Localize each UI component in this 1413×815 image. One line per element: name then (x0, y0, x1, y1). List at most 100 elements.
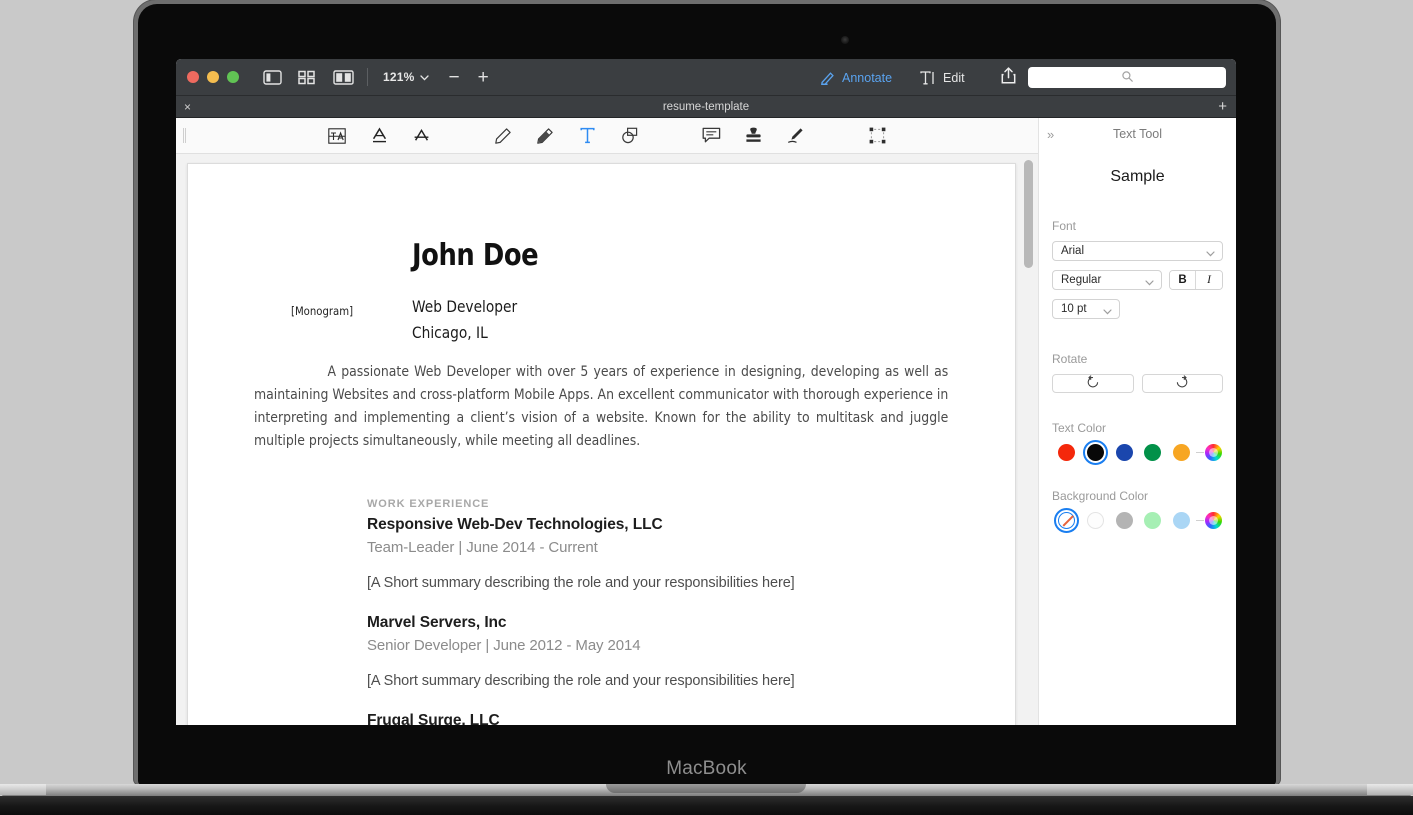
window-body: John Doe [Monogram] Web Developer Chicag… (176, 118, 1236, 725)
zoom-out-button[interactable]: − (445, 68, 464, 87)
share-icon[interactable] (1001, 67, 1016, 89)
text-color-label: Text Color (1052, 421, 1223, 435)
text-color-red[interactable] (1052, 444, 1081, 461)
laptop-base-foot-right (1367, 784, 1413, 795)
background-color-gray[interactable] (1110, 512, 1139, 529)
resume-location: Chicago, IL (412, 323, 488, 342)
font-section-label: Font (1052, 219, 1223, 233)
background-color-light-blue[interactable] (1167, 512, 1196, 529)
split-view-icon[interactable] (333, 70, 352, 85)
toolbar-divider (367, 68, 368, 86)
rotate-right-button[interactable] (1142, 374, 1224, 393)
experience-meta: Senior Developer | June 2012 - May 2014 (367, 637, 1007, 654)
chevron-down-icon (1103, 306, 1112, 318)
swatch-connector (1196, 520, 1204, 521)
highlighter-icon[interactable] (530, 122, 560, 150)
view-mode-group (263, 70, 352, 85)
text-tool-icon[interactable] (572, 122, 602, 150)
resume-page: John Doe [Monogram] Web Developer Chicag… (187, 163, 1016, 725)
rotate-left-icon (1086, 375, 1100, 393)
font-style-value: Regular (1061, 274, 1101, 286)
titlebar-right-group (1001, 59, 1226, 96)
experience-entry: Responsive Web-Dev Technologies, LLC Tea… (367, 516, 1007, 591)
rotate-right-icon (1175, 375, 1189, 393)
chevron-down-icon (1206, 248, 1215, 260)
panel-title: Text Tool (1039, 118, 1236, 141)
background-color-wheel[interactable] (1204, 512, 1223, 529)
experience-entry: Marvel Servers, Inc Senior Developer | J… (367, 614, 1007, 689)
font-family-select[interactable]: Arial (1052, 241, 1223, 261)
stamp-icon[interactable] (738, 122, 768, 150)
inspector-panel: » Text Tool Sample Font Arial Regular (1038, 118, 1236, 725)
laptop-base-notch (606, 784, 806, 793)
tab-edit-label: Edit (943, 71, 965, 85)
resume-role: Web Developer (412, 297, 517, 316)
resume-name: John Doe (412, 238, 538, 273)
chevron-down-icon[interactable] (420, 68, 429, 86)
font-size-select[interactable]: 10 pt (1052, 299, 1120, 319)
background-color-white[interactable] (1081, 512, 1110, 529)
strikethrough-text-icon[interactable] (406, 122, 436, 150)
experience-description: [A Short summary describing the role and… (367, 673, 1007, 689)
rotate-left-button[interactable] (1052, 374, 1134, 393)
resume-section-label: WORK EXPERIENCE (367, 498, 489, 510)
background-color-swatches (1052, 512, 1223, 529)
thumbnail-grid-view-icon[interactable] (298, 70, 317, 85)
screenshot-stage: 121% − + Annotate Edit (0, 0, 1413, 815)
text-color-wheel[interactable] (1204, 444, 1223, 461)
new-tab-button[interactable]: + (1218, 99, 1227, 114)
font-size-row: 10 pt (1052, 299, 1223, 319)
webcam-icon (841, 36, 849, 44)
experience-company: Frugal Surge, LLC (367, 712, 1007, 725)
laptop-base-foot-left (0, 784, 46, 795)
annotation-toolbar (176, 118, 1038, 154)
mode-switcher: Annotate Edit (820, 59, 965, 96)
zoom-level-value[interactable]: 121% (383, 70, 415, 84)
collapse-panel-button[interactable]: » (1047, 127, 1054, 142)
background-color-label: Background Color (1052, 489, 1223, 503)
experience-entry: Frugal Surge, LLC (367, 712, 1007, 725)
swatch-connector (1196, 452, 1204, 453)
font-size-value: 10 pt (1061, 303, 1087, 315)
close-window-button[interactable] (187, 71, 199, 83)
edit-text-icon (920, 71, 936, 85)
minimize-window-button[interactable] (207, 71, 219, 83)
scrollbar-thumb[interactable] (1024, 160, 1033, 268)
document-scrollbar[interactable] (1024, 160, 1033, 720)
tab-annotate[interactable]: Annotate (820, 71, 892, 85)
document-canvas[interactable]: John Doe [Monogram] Web Developer Chicag… (176, 154, 1038, 725)
font-style-select[interactable]: Regular (1052, 270, 1162, 290)
note-icon[interactable] (696, 122, 726, 150)
pen-icon[interactable] (488, 122, 518, 150)
ocr-text-recognition-icon[interactable] (322, 122, 352, 150)
window-titlebar: 121% − + Annotate Edit (176, 59, 1236, 96)
rotate-section-label: Rotate (1052, 352, 1223, 366)
window-controls (176, 71, 239, 83)
resume-monogram: [Monogram] (291, 304, 353, 318)
rotate-button-group (1052, 374, 1223, 393)
tab-edit[interactable]: Edit (920, 71, 965, 85)
zoom-in-button[interactable]: + (474, 68, 493, 87)
document-pane: John Doe [Monogram] Web Developer Chicag… (176, 118, 1038, 725)
tab-title[interactable]: resume-template (176, 101, 1236, 113)
sidebar-view-icon[interactable] (263, 70, 282, 85)
zoom-window-button[interactable] (227, 71, 239, 83)
select-crop-icon[interactable] (862, 122, 892, 150)
background-color-none[interactable] (1052, 512, 1081, 529)
bold-italic-group: B I (1169, 270, 1223, 290)
text-color-blue[interactable] (1110, 444, 1139, 461)
text-color-orange[interactable] (1167, 444, 1196, 461)
italic-button[interactable]: I (1196, 271, 1222, 289)
text-color-green[interactable] (1138, 444, 1167, 461)
chevron-down-icon (1145, 277, 1154, 289)
tab-bar: × resume-template + (176, 96, 1236, 118)
text-color-black[interactable] (1081, 444, 1110, 461)
underline-text-icon[interactable] (364, 122, 394, 150)
shape-icon[interactable] (614, 122, 644, 150)
background-color-light-green[interactable] (1138, 512, 1167, 529)
font-section: Font Arial Regular (1052, 219, 1223, 529)
search-icon (1122, 69, 1133, 87)
signature-icon[interactable] (780, 122, 810, 150)
bold-button[interactable]: B (1170, 271, 1196, 289)
search-input[interactable] (1028, 67, 1226, 88)
